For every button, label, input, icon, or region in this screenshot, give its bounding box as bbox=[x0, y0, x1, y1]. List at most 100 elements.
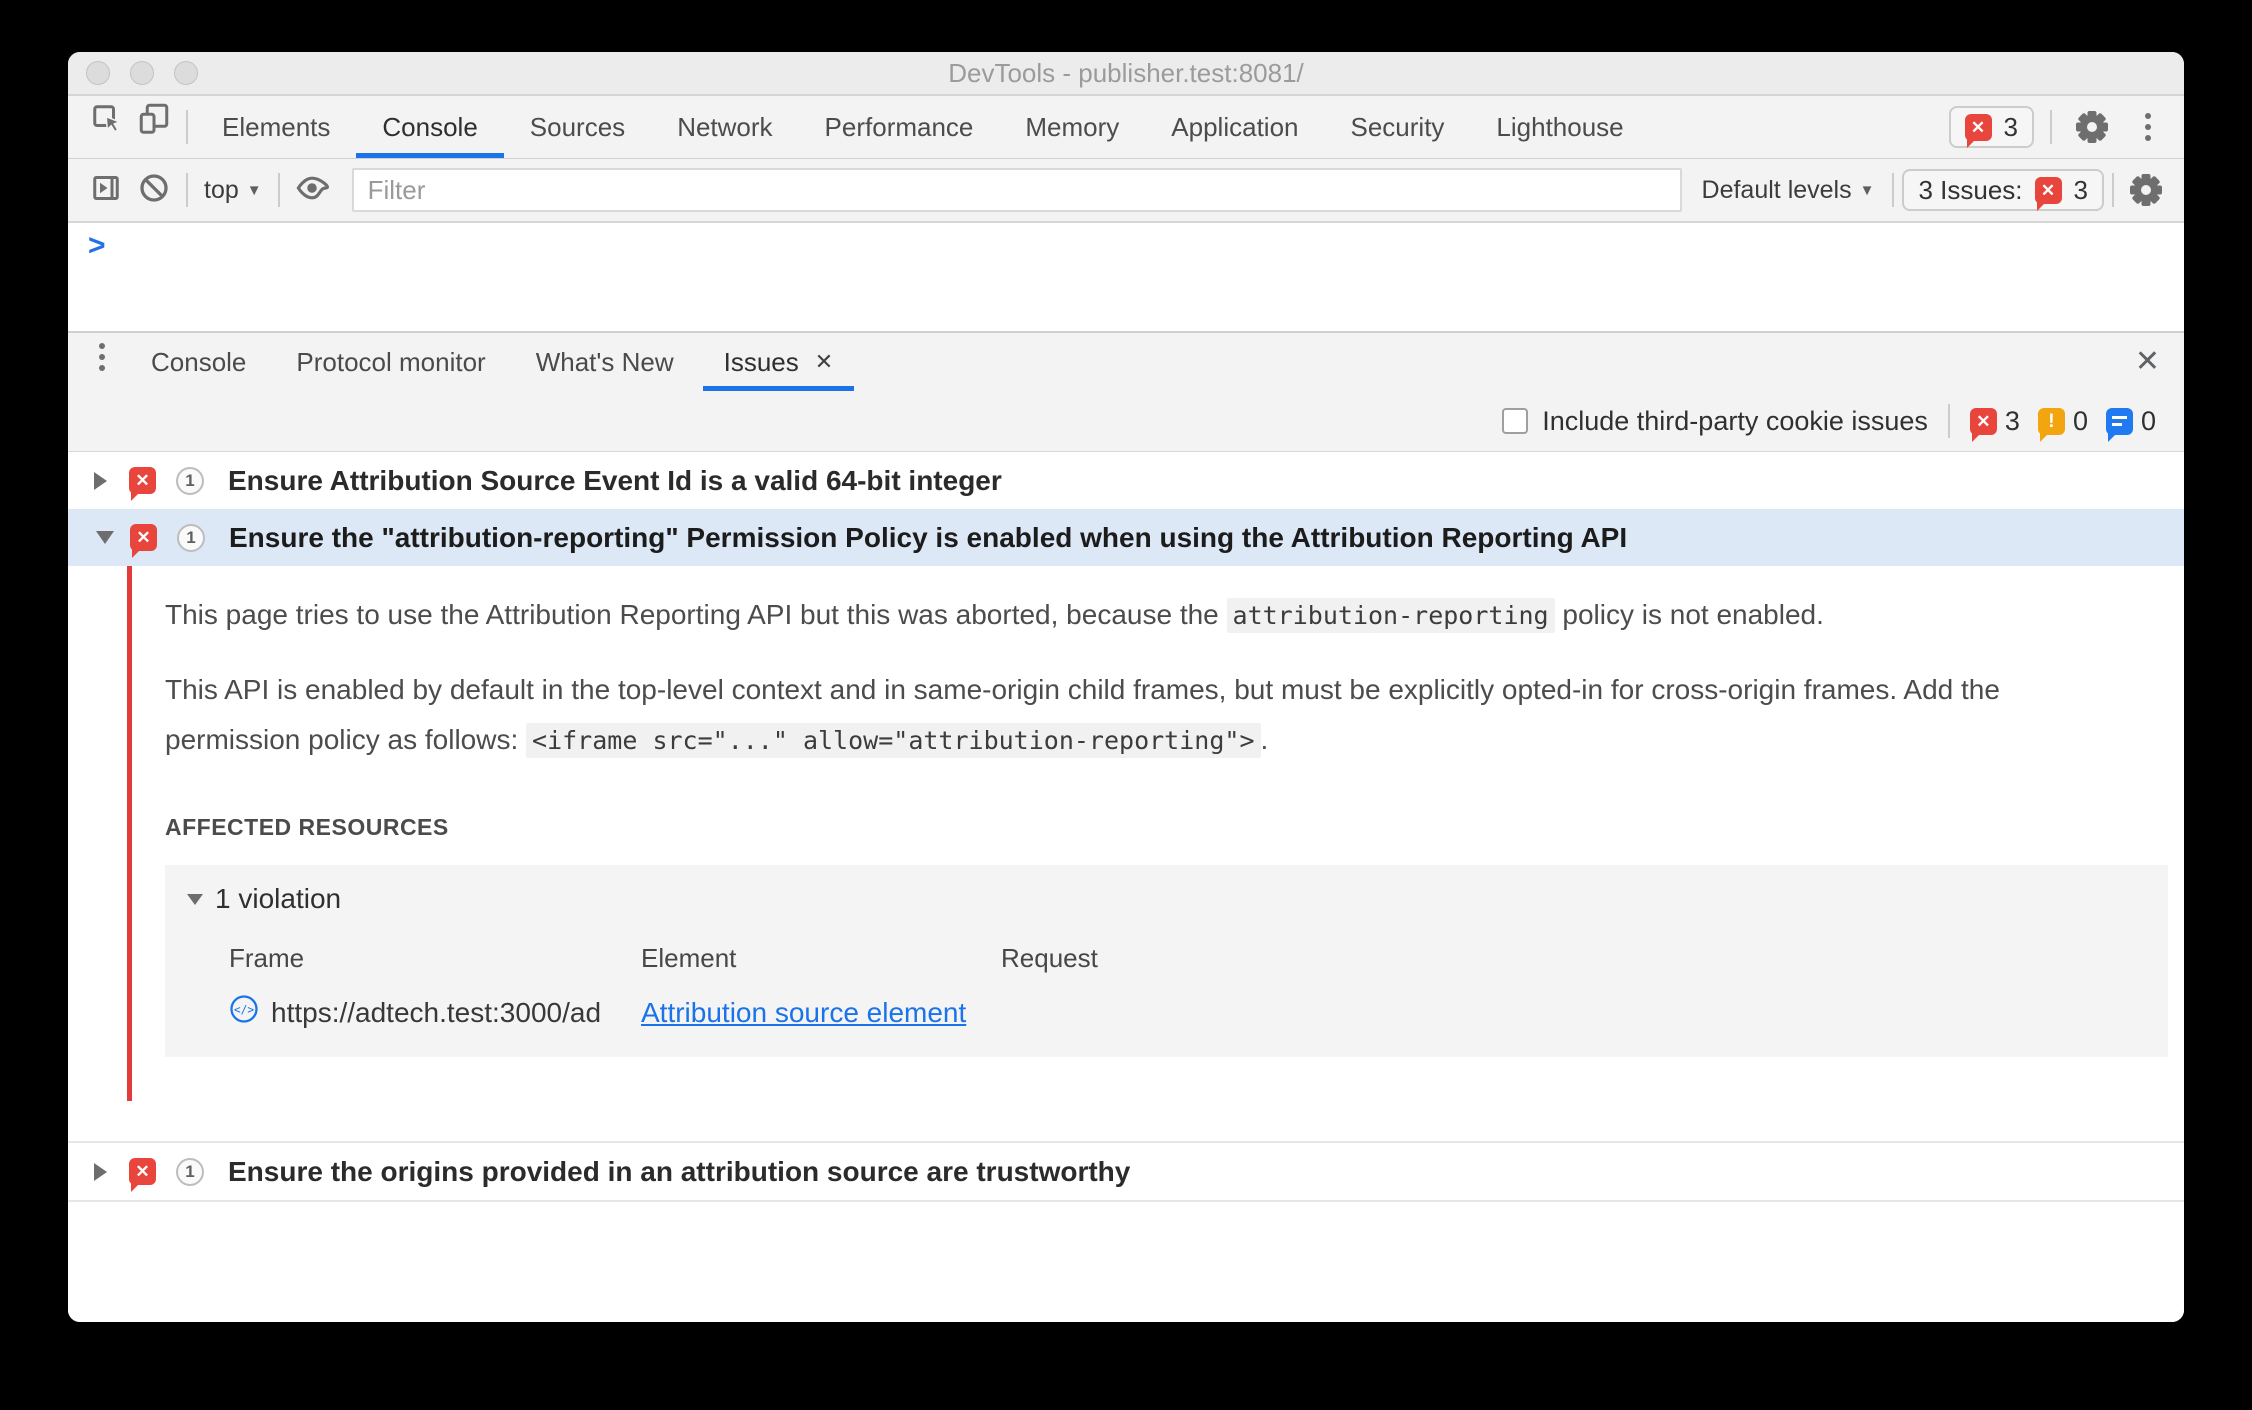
toolbar-info-count: 0 bbox=[2140, 405, 2156, 436]
log-levels-dropdown[interactable]: Default levels bbox=[1702, 176, 1875, 205]
expand-triangle-icon[interactable] bbox=[94, 471, 107, 490]
issue-detail-body: This page tries to use the Attribution R… bbox=[68, 566, 2184, 1101]
device-toolbar-icon bbox=[136, 100, 172, 141]
error-count-button[interactable]: 3 bbox=[1948, 106, 2034, 148]
drawer-tab-issues[interactable]: Issues ✕ bbox=[699, 333, 859, 391]
frame-icon: </> bbox=[229, 994, 259, 1031]
eye-icon bbox=[293, 169, 331, 212]
filter-input[interactable] bbox=[351, 168, 1682, 212]
more-options-button[interactable] bbox=[2124, 103, 2172, 151]
devtools-window: DevTools - publisher.test:8081/ Elements… bbox=[68, 52, 2184, 1322]
third-party-cookie-label: Include third-party cookie issues bbox=[1542, 405, 1928, 436]
tab-label: Elements bbox=[222, 111, 331, 142]
column-header-frame: Frame bbox=[229, 943, 305, 973]
toolbar-warning-count: 0 bbox=[2072, 405, 2088, 436]
close-tab-icon[interactable]: ✕ bbox=[815, 349, 833, 375]
console-toolbar: top Default levels 3 Issues: 3 bbox=[68, 159, 2184, 223]
toolbar-divider bbox=[186, 173, 188, 207]
minimize-window-button[interactable] bbox=[130, 61, 154, 85]
paragraph-text: policy is not enabled. bbox=[1554, 599, 1824, 630]
attribution-source-element-link[interactable]: Attribution source element bbox=[641, 997, 966, 1028]
settings-button[interactable] bbox=[2068, 103, 2116, 151]
drawer-tab-label: Console bbox=[151, 346, 247, 377]
error-icon bbox=[129, 467, 156, 501]
issue-paragraph: This API is enabled by default in the to… bbox=[165, 665, 2115, 766]
frame-cell: </> https://adtech.test:3000/ad bbox=[229, 994, 641, 1031]
tab-label: Performance bbox=[824, 111, 974, 142]
device-toolbar-button[interactable] bbox=[130, 96, 178, 144]
gear-icon bbox=[2128, 172, 2164, 208]
warning-icon bbox=[2037, 407, 2065, 442]
drawer-more-tools-button[interactable] bbox=[78, 333, 126, 381]
toolbar-divider bbox=[277, 173, 280, 207]
issues-list: 1 Ensure Attribution Source Event Id is … bbox=[68, 452, 2184, 1322]
violation-row: </> https://adtech.test:3000/ad Attribut… bbox=[229, 994, 1098, 1031]
request-cell-empty bbox=[1001, 994, 1098, 1031]
collapse-triangle-icon[interactable] bbox=[96, 531, 114, 544]
drawer-tab-label: What's New bbox=[535, 346, 674, 377]
affected-resources-heading: AFFECTED RESOURCES bbox=[165, 814, 449, 840]
issue-paragraph: This page tries to use the Attribution R… bbox=[165, 590, 2115, 641]
console-messages-area[interactable]: > bbox=[68, 223, 2184, 331]
console-prompt-chevron[interactable]: > bbox=[88, 229, 106, 263]
tab-sources[interactable]: Sources bbox=[504, 96, 651, 158]
issue-title: Ensure the origins provided in an attrib… bbox=[228, 1155, 1131, 1187]
violations-section: 1 violation Frame Element Request </> ht… bbox=[165, 865, 2168, 1057]
live-expression-button[interactable] bbox=[288, 166, 336, 214]
main-tab-bar: Elements Console Sources Network Perform… bbox=[68, 96, 2184, 159]
inspect-icon bbox=[88, 100, 124, 141]
clear-console-button[interactable] bbox=[130, 166, 178, 214]
collapse-triangle-icon[interactable] bbox=[187, 893, 203, 905]
tab-memory[interactable]: Memory bbox=[999, 96, 1145, 158]
issue-row-trustworthy-origins[interactable]: 1 Ensure the origins provided in an attr… bbox=[68, 1141, 2184, 1202]
frame-url: https://adtech.test:3000/ad bbox=[271, 996, 602, 1028]
window-title: DevTools - publisher.test:8081/ bbox=[948, 57, 1304, 88]
drawer-tab-whats-new[interactable]: What's New bbox=[511, 333, 699, 391]
console-sidebar-button[interactable] bbox=[82, 166, 130, 214]
inspect-element-button[interactable] bbox=[82, 96, 130, 144]
tab-lighthouse[interactable]: Lighthouse bbox=[1470, 96, 1649, 158]
close-window-button[interactable] bbox=[86, 61, 110, 85]
zoom-window-button[interactable] bbox=[174, 61, 198, 85]
toolbar-divider bbox=[1947, 404, 1950, 438]
console-settings-button[interactable] bbox=[2122, 166, 2170, 214]
clear-console-icon bbox=[136, 170, 172, 211]
frame-context-label: top bbox=[204, 175, 239, 204]
issue-count-badge: 1 bbox=[176, 1157, 204, 1186]
tab-network[interactable]: Network bbox=[651, 96, 798, 158]
tab-elements[interactable]: Elements bbox=[196, 96, 356, 158]
toolbar-divider bbox=[186, 110, 188, 144]
frame-context-dropdown[interactable]: top bbox=[196, 176, 270, 205]
tab-console[interactable]: Console bbox=[356, 96, 505, 158]
tab-performance[interactable]: Performance bbox=[799, 96, 1000, 158]
issue-row-permission-policy[interactable]: 1 Ensure the "attribution-reporting" Per… bbox=[68, 509, 2184, 566]
console-sidebar-icon bbox=[88, 170, 124, 211]
expand-triangle-icon[interactable] bbox=[94, 1162, 107, 1181]
error-icon bbox=[1964, 113, 1992, 148]
title-bar: DevTools - publisher.test:8081/ bbox=[68, 52, 2184, 96]
issues-counter-count: 3 bbox=[2073, 174, 2088, 205]
issues-counter-button[interactable]: 3 Issues: 3 bbox=[1902, 169, 2104, 211]
paragraph-text: . bbox=[1260, 724, 1269, 755]
traffic-lights bbox=[86, 52, 198, 94]
drawer-tab-console[interactable]: Console bbox=[126, 333, 271, 391]
toolbar-error-count: 3 bbox=[2004, 405, 2020, 436]
log-levels-label: Default levels bbox=[1701, 175, 1852, 204]
error-icon bbox=[130, 524, 157, 558]
info-icon bbox=[2105, 407, 2133, 442]
tab-application[interactable]: Application bbox=[1145, 96, 1324, 158]
tab-label: Security bbox=[1350, 111, 1445, 142]
error-count: 3 bbox=[2003, 111, 2018, 142]
tab-security[interactable]: Security bbox=[1325, 96, 1471, 158]
close-drawer-button[interactable]: ✕ bbox=[2127, 333, 2168, 391]
issue-row-event-id[interactable]: 1 Ensure Attribution Source Event Id is … bbox=[68, 452, 2184, 509]
tab-label: Application bbox=[1171, 111, 1299, 142]
drawer-tab-label: Protocol monitor bbox=[296, 346, 486, 377]
tab-label: Sources bbox=[529, 111, 626, 142]
kebab-icon bbox=[2145, 124, 2151, 130]
toolbar-divider bbox=[2112, 173, 2114, 207]
drawer-tab-protocol-monitor[interactable]: Protocol monitor bbox=[271, 333, 510, 391]
violations-toggle[interactable]: 1 violation bbox=[187, 883, 2148, 915]
kebab-icon bbox=[99, 354, 105, 360]
third-party-cookie-checkbox[interactable] bbox=[1502, 408, 1529, 434]
